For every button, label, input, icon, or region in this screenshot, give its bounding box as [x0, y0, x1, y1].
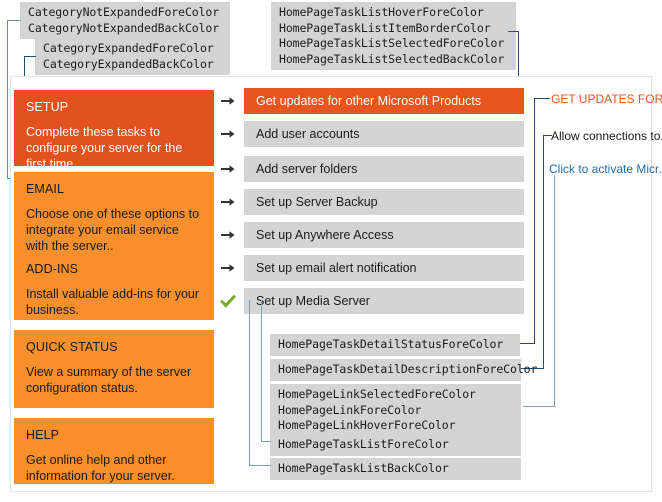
task-label: Set up Server Backup: [244, 189, 524, 215]
sidebar-category-help[interactable]: HELP Get online help and other informati…: [14, 418, 214, 484]
sidebar-category-title: SETUP: [26, 100, 69, 114]
sidebar-category-email[interactable]: EMAIL Choose one of these options to int…: [14, 172, 214, 254]
connector-not-expanded-top: [7, 20, 21, 21]
sidebar-category-title: ADD-INS: [26, 262, 79, 276]
sidebar-category-description: Get online help and other information fo…: [26, 453, 175, 483]
task-label: Get updates for other Microsoft Products: [244, 88, 524, 114]
task-label: Set up Media Server: [244, 288, 524, 314]
callout-home-page-link: HomePageLinkSelectedForeColor HomePageLi…: [270, 384, 521, 437]
sidebar-category-description: Complete these tasks to configure your s…: [26, 125, 183, 171]
sidebar-category-description: Install valuable add-ins for your busine…: [26, 287, 200, 317]
detail-label-status: GET UPDATES FOR O...: [551, 92, 662, 106]
connector-tasklist-fore-to-box: [261, 441, 271, 442]
sidebar-category-title: QUICK STATUS: [26, 340, 118, 354]
sidebar-category-description: Choose one of these options to integrate…: [26, 207, 200, 253]
connector-expanded-top: [24, 56, 36, 57]
task-label: Set up email alert notification: [244, 255, 524, 281]
sidebar-category-title: HELP: [26, 428, 60, 442]
connector-tasklist-back-vertical: [249, 300, 250, 465]
detail-label-link: Click to activate Micr...: [549, 162, 662, 176]
sidebar-category-title: EMAIL: [26, 182, 65, 196]
callout-task-detail-status: HomePageTaskDetailStatusForeColor: [270, 334, 520, 356]
task-row[interactable]: Set up email alert notification: [215, 255, 524, 281]
connector-link-to-box: [523, 406, 555, 407]
sidebar-category-add-ins[interactable]: ADD-INS Install valuable add-ins for you…: [14, 252, 214, 320]
callout-task-detail-description: HomePageTaskDetailDescriptionForeColor: [270, 359, 537, 381]
connector-status-vertical: [534, 98, 535, 343]
task-label: Add server folders: [244, 156, 524, 182]
task-row[interactable]: Set up Server Backup: [215, 189, 524, 215]
task-label: Add user accounts: [244, 121, 524, 147]
connector-tasklist-states-top: [508, 31, 519, 32]
connector-description-vertical: [543, 135, 544, 368]
arrow-right-icon: [215, 255, 241, 281]
task-row[interactable]: Get updates for other Microsoft Products: [215, 88, 524, 114]
sidebar-category-description: View a summary of the server configurati…: [26, 365, 192, 395]
connector-status-label-stub: [534, 98, 550, 99]
task-label: Set up Anywhere Access: [244, 222, 524, 248]
callout-task-list-states: HomePageTaskListHoverForeColor HomePageT…: [271, 2, 516, 70]
sidebar-category-setup[interactable]: SETUP Complete these tasks to configure …: [14, 90, 214, 171]
callout-task-list-fore: HomePageTaskListForeColor: [270, 434, 521, 456]
sidebar-category-quick-status[interactable]: QUICK STATUS View a summary of the serve…: [14, 330, 214, 408]
arrow-right-icon: [215, 121, 241, 147]
callout-task-list-back: HomePageTaskListBackColor: [270, 458, 521, 480]
check-icon: [215, 288, 241, 314]
task-row[interactable]: Add server folders: [215, 156, 524, 182]
detail-label-description: Allow connections to...: [551, 129, 662, 143]
connector-status-to-box: [520, 343, 535, 344]
task-row[interactable]: Set up Anywhere Access: [215, 222, 524, 248]
arrow-right-icon: [215, 88, 241, 114]
connector-not-expanded-vertical: [7, 20, 8, 178]
task-row[interactable]: Add user accounts: [215, 121, 524, 147]
arrow-right-icon: [215, 189, 241, 215]
connector-tasklist-fore-vertical: [261, 300, 262, 441]
arrow-right-icon: [215, 222, 241, 248]
connector-tasklist-back-to-box: [249, 465, 271, 466]
callout-category-expanded: CategoryExpandedForeColor CategoryExpand…: [35, 38, 230, 75]
connector-link-vertical: [554, 176, 555, 406]
callout-category-not-expanded: CategoryNotExpandedForeColor CategoryNot…: [20, 2, 230, 39]
arrow-right-icon: [215, 156, 241, 182]
connector-description-label-stub: [543, 135, 552, 136]
